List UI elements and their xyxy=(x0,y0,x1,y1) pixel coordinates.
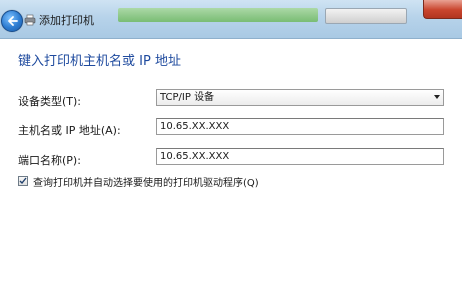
back-button[interactable] xyxy=(1,10,23,32)
chevron-down-icon xyxy=(434,95,440,99)
port-name-label: 端口名称(P): xyxy=(18,154,81,167)
port-name-input[interactable]: 10.65.XX.XXX xyxy=(156,148,444,165)
device-type-value: TCP/IP 设备 xyxy=(160,92,215,103)
hostname-input[interactable]: 10.65.XX.XXX xyxy=(156,118,444,135)
printer-icon xyxy=(24,14,36,26)
device-type-label: 设备类型(T): xyxy=(18,95,82,108)
title-bar: 添加打印机 xyxy=(0,0,462,39)
title-bar-button[interactable] xyxy=(325,8,407,24)
close-button[interactable] xyxy=(423,0,462,19)
page-heading: 键入打印机主机名或 IP 地址 xyxy=(18,54,181,69)
query-printer-label: 查询打印机并自动选择要使用的打印机驱动程序(Q) xyxy=(33,178,259,189)
title-bar-highlight xyxy=(118,8,318,22)
back-arrow-icon xyxy=(8,16,18,26)
query-printer-checkbox[interactable] xyxy=(18,176,28,186)
hostname-label: 主机名或 IP 地址(A): xyxy=(18,124,121,137)
device-type-select[interactable]: TCP/IP 设备 xyxy=(156,89,444,106)
checkmark-icon xyxy=(19,177,27,185)
window-title: 添加打印机 xyxy=(39,14,94,27)
